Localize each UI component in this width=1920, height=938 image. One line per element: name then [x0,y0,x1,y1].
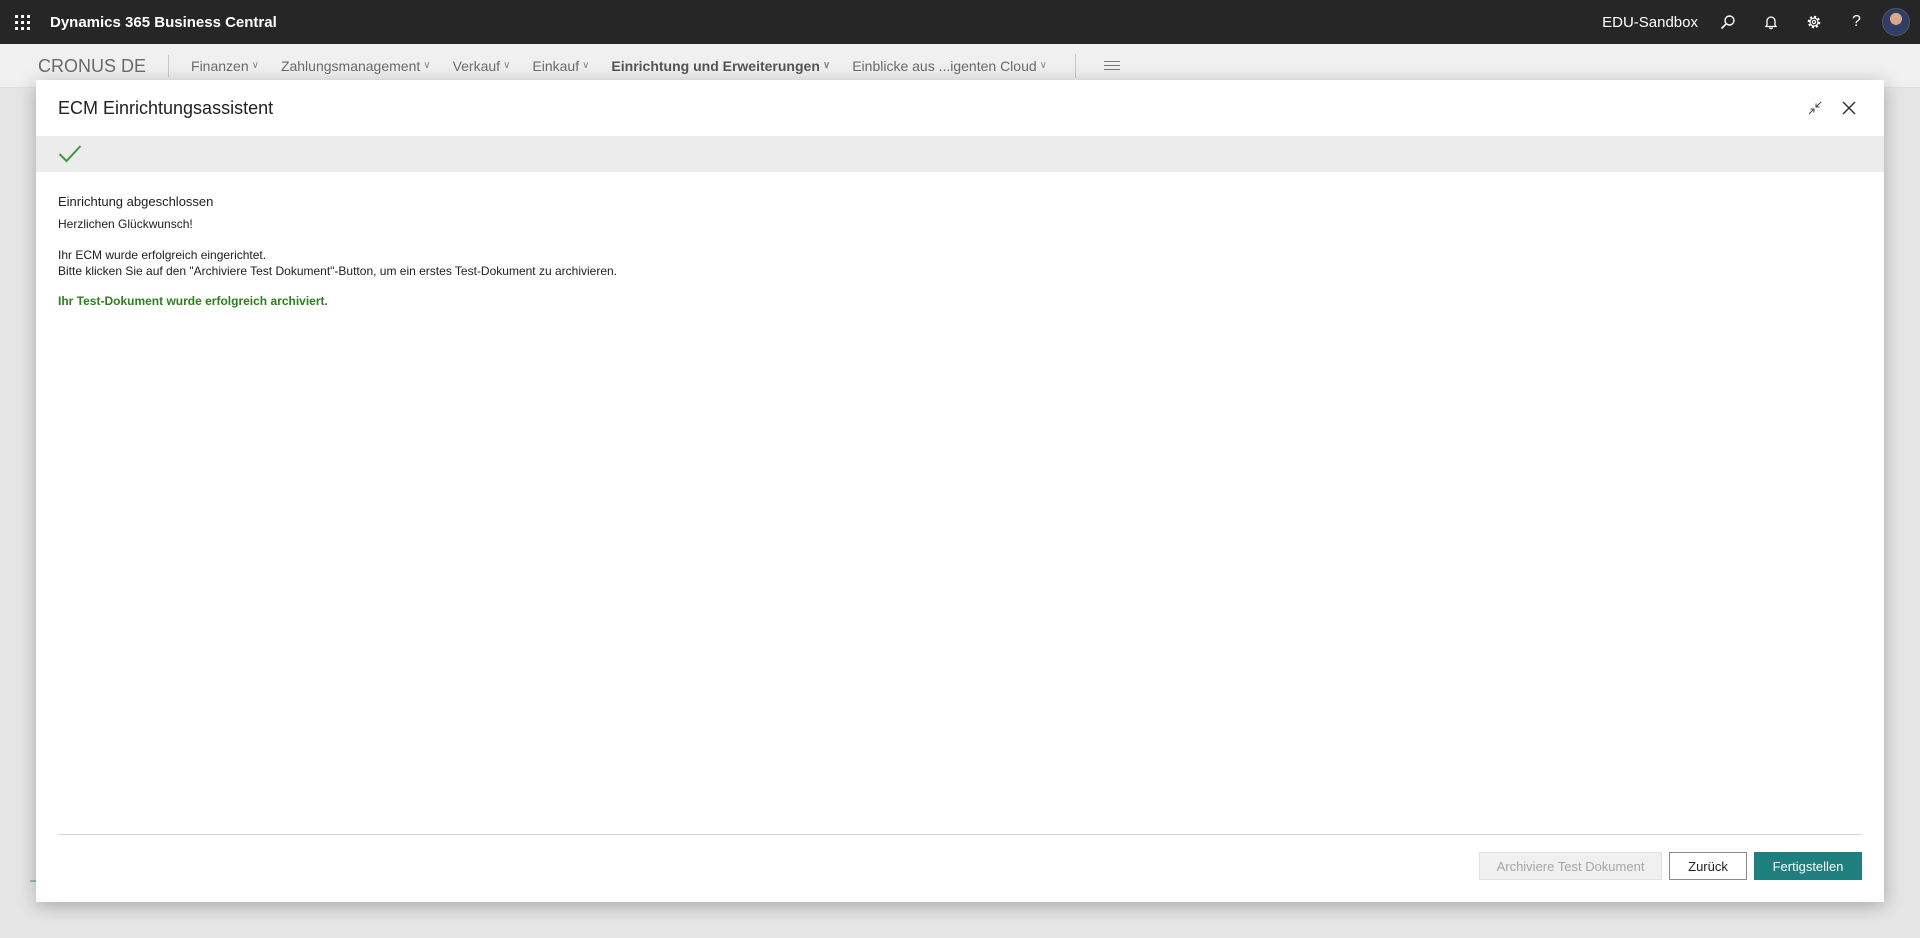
dialog-header: ECM Einrichtungsassistent [36,80,1884,136]
bell-icon[interactable] [1749,0,1792,44]
footer-divider [58,834,1862,835]
setup-wizard-dialog: ECM Einrichtungsassistent Einrichtung ab… [36,80,1884,902]
environment-name[interactable]: EDU-Sandbox [1602,14,1698,31]
nav-divider [1074,53,1076,78]
nav-item-label: Einrichtung und Erweiterungen [611,57,820,74]
dialog-title: ECM Einrichtungsassistent [58,97,274,118]
nav-item-einblicke[interactable]: Einblicke aus ...igenten Cloud ∨ [852,58,1047,74]
nav-item-label: Finanzen [191,57,249,74]
hamburger-menu-icon[interactable] [1103,61,1120,70]
help-icon[interactable]: ? [1835,0,1878,44]
chevron-down-icon: ∨ [1039,60,1047,71]
avatar[interactable] [1882,8,1910,36]
help-glyph: ? [1852,13,1861,30]
info-text-1: Ihr ECM wurde erfolgreich eingerichtet. [58,248,267,262]
search-icon[interactable] [1706,0,1749,44]
collapse-icon[interactable] [1800,93,1830,123]
nav-item-label: Verkauf [452,57,501,74]
chevron-down-icon: ∨ [423,60,431,71]
gear-icon[interactable] [1792,0,1835,44]
app-bar: Dynamics 365 Business Central EDU-Sandbo… [0,0,1920,44]
greeting-text: Herzlichen Glückwunsch! [58,217,193,231]
app-launcher-icon[interactable] [0,0,44,44]
nav-item-einkauf[interactable]: Einkauf ∨ [532,58,589,74]
info-text-2: Bitte klicken Sie auf den "Archiviere Te… [58,264,617,278]
dialog-footer: Archiviere Test Dokument Zurück Fertigst… [1479,852,1862,880]
back-button[interactable]: Zurück [1669,852,1747,880]
success-message: Ihr Test-Dokument wurde erfolgreich arch… [58,294,328,308]
completion-heading: Einrichtung abgeschlossen [58,194,214,209]
wizard-content: Einrichtung abgeschlossen Herzlichen Glü… [36,172,1884,309]
nav-item-einrichtung[interactable]: Einrichtung und Erweiterungen ∨ [611,58,830,74]
nav-item-verkauf[interactable]: Verkauf ∨ [453,58,511,74]
checkmark-icon [58,145,82,163]
app-title[interactable]: Dynamics 365 Business Central [50,14,277,31]
nav-item-label: Zahlungsmanagement [280,57,421,74]
wizard-step-bar [36,136,1884,172]
nav-item-zahlungsmanagement[interactable]: Zahlungsmanagement ∨ [281,58,431,74]
close-icon[interactable] [1834,93,1864,123]
nav-item-label: Einkauf [532,57,580,74]
chevron-down-icon: ∨ [503,60,511,71]
nav-item-label: Einblicke aus ...igenten Cloud [852,57,1037,74]
chevron-down-icon: ∨ [582,60,590,71]
nav-item-finanzen[interactable]: Finanzen ∨ [191,58,259,74]
chevron-down-icon: ∨ [822,60,831,71]
finish-button[interactable]: Fertigstellen [1754,852,1862,880]
company-name[interactable]: CRONUS DE [38,54,170,77]
archive-test-document-button[interactable]: Archiviere Test Dokument [1479,852,1662,880]
chevron-down-icon: ∨ [251,60,259,71]
